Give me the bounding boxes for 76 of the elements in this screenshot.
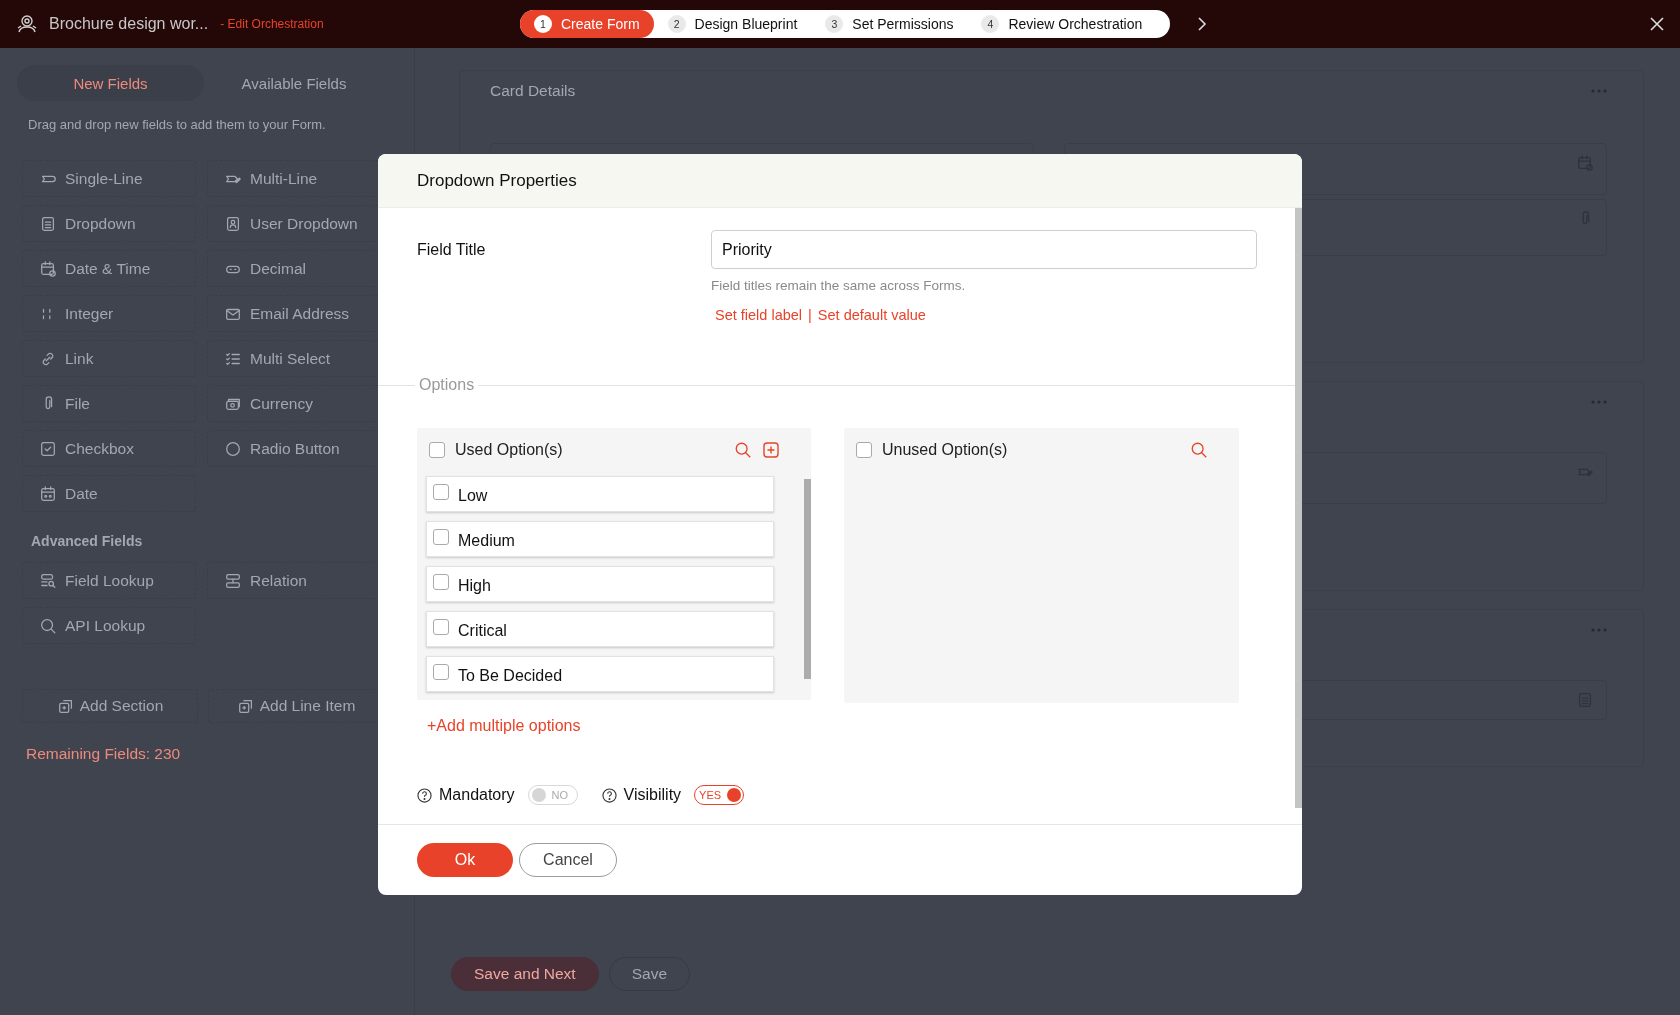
user-card-icon — [224, 214, 242, 233]
section-legend: Options — [415, 376, 479, 394]
add-options-link[interactable]: +Add multiple options — [427, 717, 1295, 735]
copy-plus-icon — [56, 697, 75, 715]
calendar-clock-icon — [39, 259, 57, 278]
add-icon[interactable] — [762, 441, 780, 459]
close-icon[interactable] — [1650, 17, 1664, 31]
add-button[interactable]: Add Section — [22, 689, 198, 723]
link[interactable]: Set field label — [715, 307, 803, 323]
sidebar-tab[interactable]: New Fields — [17, 65, 204, 101]
help-icon[interactable] — [601, 787, 617, 803]
checkbox-icon — [39, 439, 57, 458]
toggle-switch[interactable]: NO — [527, 785, 578, 805]
section-title: Card Details — [490, 82, 576, 100]
step-tab[interactable]: 3 Set Permissions — [811, 10, 968, 38]
edit-link[interactable]: - Edit Orchestration — [220, 17, 324, 31]
option-item[interactable]: High — [426, 566, 774, 602]
relation-icon — [224, 571, 242, 590]
checkbox[interactable] — [433, 664, 449, 680]
field-type-item[interactable]: Date & Time — [22, 250, 196, 287]
circle-icon — [224, 439, 242, 458]
help-icon[interactable] — [417, 787, 432, 803]
sidebar-tab[interactable]: Available Fields — [204, 65, 384, 101]
field-type-item[interactable]: Checkbox — [22, 430, 196, 467]
toggle-label: Visibility — [623, 786, 682, 804]
more-icon[interactable] — [1591, 89, 1607, 93]
checkbox[interactable] — [429, 442, 445, 458]
field-type-item[interactable]: Integer — [22, 295, 196, 332]
option-item[interactable]: To Be Decided — [426, 656, 774, 692]
ok-button[interactable]: Ok — [417, 843, 513, 877]
option-item[interactable]: Critical — [426, 611, 774, 647]
scrollbar[interactable] — [804, 479, 811, 679]
dialog-title: Dropdown Properties — [417, 170, 577, 191]
search-list-icon — [39, 571, 57, 590]
field-type-item[interactable]: File — [22, 385, 196, 422]
field-type-item[interactable]: Field Lookup — [22, 562, 196, 599]
step-tab[interactable]: 2 Design Blueprint — [653, 10, 812, 38]
search-icon — [39, 616, 57, 635]
field-type-item[interactable]: Date — [22, 475, 196, 512]
checkbox[interactable] — [433, 619, 449, 635]
scrollbar[interactable] — [1295, 208, 1302, 808]
panel-title: Unused Option(s) — [882, 441, 1008, 459]
cancel-button[interactable]: Cancel — [519, 843, 617, 877]
checkbox[interactable] — [433, 484, 449, 500]
field-label: Field Title — [417, 240, 487, 260]
checkbox[interactable] — [856, 442, 872, 458]
field-hint: Field titles remain the same across Forms. — [711, 278, 967, 293]
separator: | — [808, 307, 812, 323]
sidebar-hint: Drag and drop new fields to add them to your Form. — [27, 117, 327, 132]
field-type-item[interactable]: Single-Line — [22, 160, 196, 197]
copy-plus-icon — [236, 697, 255, 715]
form-icon — [39, 214, 57, 233]
field-type-item[interactable]: API Lookup — [22, 607, 196, 644]
checkbox[interactable] — [433, 529, 449, 545]
option-item[interactable]: Medium — [426, 521, 774, 557]
panel-title: Used Option(s) — [455, 441, 563, 459]
toggle-switch[interactable]: YES — [694, 785, 745, 805]
field-type-item[interactable]: Link — [22, 340, 196, 377]
toggle-label: Mandatory — [439, 786, 515, 804]
people-gear-icon — [16, 13, 38, 35]
link[interactable]: Set default value — [817, 307, 926, 323]
search-icon[interactable] — [1190, 441, 1208, 459]
calendar-icon — [39, 484, 57, 503]
input-field[interactable]: Priority — [711, 230, 1257, 269]
more-icon[interactable] — [1591, 400, 1607, 404]
step-tab[interactable]: 1 Create Form — [520, 10, 654, 38]
step-tab[interactable]: 4 Review Orchestration — [967, 10, 1157, 38]
section-heading: Advanced Fields — [30, 533, 144, 549]
search-icon[interactable] — [734, 441, 752, 459]
more-icon[interactable] — [1591, 628, 1607, 632]
field-type-item[interactable]: Dropdown — [22, 205, 196, 242]
checkbox[interactable] — [433, 574, 449, 590]
remaining-count: Remaining Fields: 230 — [25, 745, 182, 763]
window-title: Brochure design wor... — [49, 15, 209, 33]
option-item[interactable]: Low — [426, 476, 774, 512]
save-button[interactable]: Save and Next — [451, 957, 599, 991]
